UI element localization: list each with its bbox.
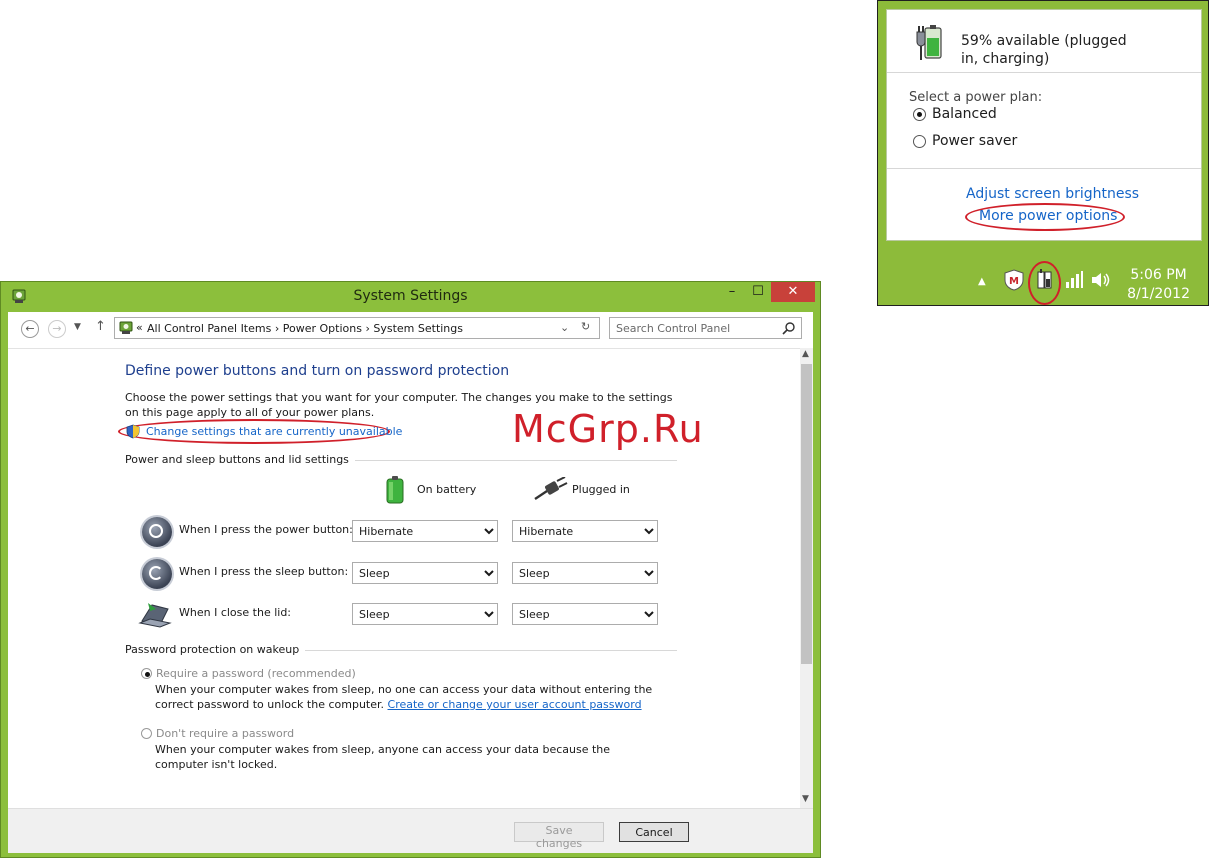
close-button[interactable]: ✕ xyxy=(771,282,815,302)
breadcrumb-item[interactable]: Power Options xyxy=(283,322,362,335)
battery-plug-icon xyxy=(916,25,942,60)
column-plugged-in: Plugged in xyxy=(572,483,630,496)
breadcrumb: All Control Panel Items › Power Options … xyxy=(147,322,463,335)
plan-power-saver-label: Power saver xyxy=(932,133,1018,149)
no-password-label: Don't require a password xyxy=(156,727,295,740)
uac-shield-icon xyxy=(126,424,140,439)
radio-selected-icon[interactable] xyxy=(913,107,926,121)
power-plug-icon xyxy=(534,477,568,500)
close-lid-battery-select[interactable]: Sleep xyxy=(352,603,498,625)
button-bar: Save changes Cancel xyxy=(8,808,813,853)
group-label-buttons: Power and sleep buttons and lid settings xyxy=(125,453,355,466)
control-panel-icon xyxy=(119,321,133,334)
scrollbar-thumb[interactable] xyxy=(801,364,812,664)
highlight-circle xyxy=(965,203,1125,231)
radio-unselected-icon[interactable] xyxy=(141,728,152,739)
window-client: ← → ▼ ↑ « All Control Panel Items › Powe… xyxy=(8,312,813,853)
radio-selected-icon[interactable] xyxy=(141,668,152,679)
search-box[interactable] xyxy=(609,317,802,339)
network-signal-icon[interactable] xyxy=(1064,270,1084,290)
sleep-button-plugged-select[interactable]: Sleep xyxy=(512,562,658,584)
taskbar: ▲ M 5:06 PM 8/1/2012 xyxy=(878,256,1208,306)
breadcrumb-separator-icon: › xyxy=(274,322,283,335)
taskbar-clock[interactable]: 5:06 PM 8/1/2012 xyxy=(1127,266,1190,304)
breadcrumb-item[interactable]: All Control Panel Items xyxy=(147,322,271,335)
breadcrumb-overflow[interactable]: « xyxy=(136,321,143,334)
column-on-battery: On battery xyxy=(417,483,477,496)
scroll-up-icon[interactable]: ▲ xyxy=(802,349,809,359)
breadcrumb-item[interactable]: System Settings xyxy=(373,322,463,335)
recent-pages-chevron-icon[interactable]: ▼ xyxy=(74,322,81,332)
battery-status: 59% available (plugged in, charging) xyxy=(961,33,1127,67)
radio-unselected-icon[interactable] xyxy=(913,134,926,148)
divider xyxy=(887,72,1201,73)
system-settings-window: System Settings – ☐ ✕ ← → ▼ ↑ « All Cont… xyxy=(0,281,821,858)
address-bar[interactable]: « All Control Panel Items › Power Option… xyxy=(114,317,600,339)
clock-date: 8/1/2012 xyxy=(1127,286,1190,302)
cancel-button[interactable]: Cancel xyxy=(619,822,689,842)
refresh-icon[interactable]: ↻ xyxy=(581,320,590,333)
flyout-panel: 59% available (plugged in, charging) Sel… xyxy=(886,9,1202,241)
maximize-button[interactable]: ☐ xyxy=(745,282,771,302)
battery-icon xyxy=(386,476,404,504)
change-settings-link[interactable]: Change settings that are currently unava… xyxy=(146,424,402,439)
require-password-option[interactable]: Require a password (recommended) xyxy=(141,666,356,681)
power-button-battery-select[interactable]: Hibernate xyxy=(352,520,498,542)
row-label-sleep-button: When I press the sleep button: xyxy=(179,565,349,578)
save-changes-button[interactable]: Save changes xyxy=(514,822,604,850)
highlight-circle xyxy=(1028,261,1061,305)
navigation-bar: ← → ▼ ↑ « All Control Panel Items › Powe… xyxy=(8,312,813,348)
svg-text:M: M xyxy=(1009,276,1019,287)
row-label-close-lid: When I close the lid: xyxy=(179,606,292,619)
sleep-button-battery-select[interactable]: Sleep xyxy=(352,562,498,584)
close-lid-plugged-select[interactable]: Sleep xyxy=(512,603,658,625)
plan-power-saver[interactable]: Power saver xyxy=(913,133,1017,149)
window-title: System Settings xyxy=(353,288,468,304)
adjust-brightness-link[interactable]: Adjust screen brightness xyxy=(966,186,1139,202)
plan-balanced[interactable]: Balanced xyxy=(913,106,997,122)
row-label-power-button: When I press the power button: xyxy=(179,523,353,536)
require-password-label: Require a password (recommended) xyxy=(156,667,356,680)
vertical-scrollbar[interactable]: ▲ ▼ xyxy=(800,348,813,808)
back-button[interactable]: ← xyxy=(21,320,39,338)
address-dropdown-icon[interactable]: ⌄ xyxy=(560,321,569,334)
up-arrow-icon[interactable]: ↑ xyxy=(95,319,106,334)
group-label-password: Password protection on wakeup xyxy=(125,643,306,656)
search-input[interactable] xyxy=(616,320,776,336)
laptop-lid-icon xyxy=(138,603,172,628)
scroll-down-icon[interactable]: ▼ xyxy=(802,794,809,804)
divider xyxy=(887,168,1201,169)
power-button-icon xyxy=(142,517,172,547)
title-bar[interactable]: System Settings – ☐ ✕ xyxy=(1,282,820,310)
power-flyout: 59% available (plugged in, charging) Sel… xyxy=(877,0,1209,306)
create-password-link[interactable]: Create or change your user account passw… xyxy=(388,698,642,711)
plan-balanced-label: Balanced xyxy=(932,106,997,122)
mcafee-shield-icon[interactable]: M xyxy=(1004,269,1024,291)
minimize-button[interactable]: – xyxy=(719,282,745,302)
search-icon[interactable] xyxy=(782,321,796,335)
page-title: Define power buttons and turn on passwor… xyxy=(125,363,510,379)
forward-button[interactable]: → xyxy=(48,320,66,338)
plan-label: Select a power plan: xyxy=(909,90,1043,105)
no-password-option[interactable]: Don't require a password xyxy=(141,726,294,741)
watermark: McGrp.Ru xyxy=(512,407,704,451)
no-password-description: When your computer wakes from sleep, any… xyxy=(155,743,611,771)
sleep-button-icon xyxy=(142,559,172,589)
volume-icon[interactable] xyxy=(1090,271,1110,289)
power-button-plugged-select[interactable]: Hibernate xyxy=(512,520,658,542)
require-password-description: When your computer wakes from sleep, no … xyxy=(155,682,665,712)
show-hidden-icons[interactable]: ▲ xyxy=(978,276,986,287)
clock-time: 5:06 PM xyxy=(1130,267,1187,283)
